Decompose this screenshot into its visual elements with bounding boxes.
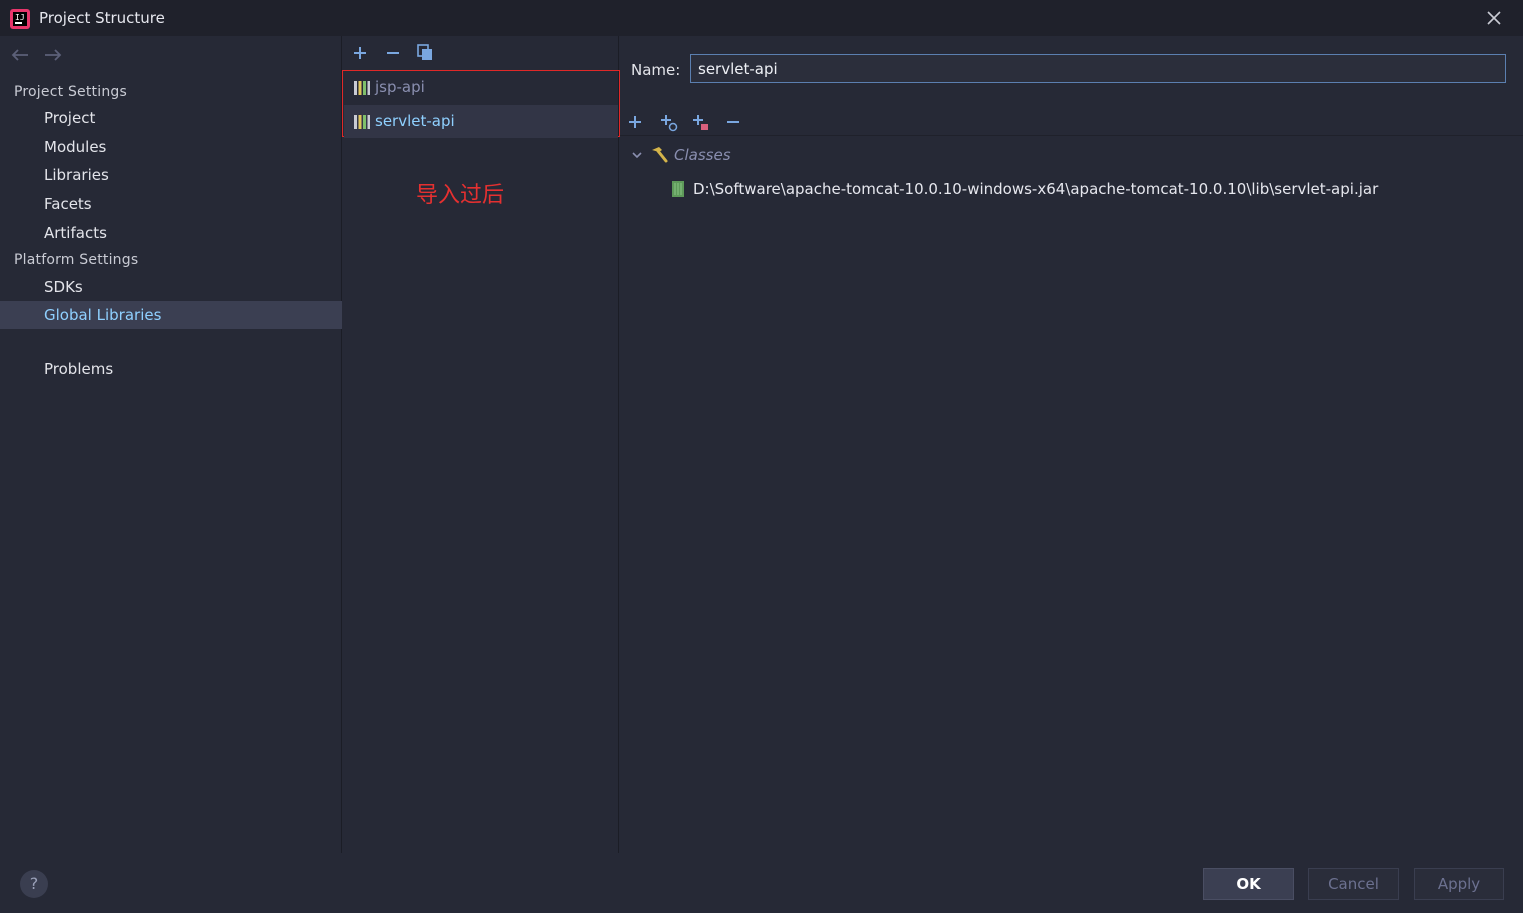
remove-icon[interactable] [722,111,744,133]
chevron-down-icon[interactable] [630,148,644,162]
apply-button[interactable]: Apply [1414,868,1504,900]
history-navigation [8,44,65,70]
annotation-text: 导入过后 [416,183,505,208]
dialog-footer: ? OK Cancel Apply [0,853,1523,913]
library-detail-panel: Name: Classes D:\Softwar [620,36,1523,853]
library-list-panel: jsp-api servlet-api 导入过后 [342,36,620,853]
remove-icon[interactable] [382,42,404,64]
nav-item-problems[interactable]: Problems [0,355,342,383]
hammer-icon [652,147,668,163]
back-arrow-icon[interactable] [8,44,34,66]
library-label: jsp-api [375,78,425,96]
title-bar: IJ Project Structure [0,0,1523,36]
svg-text:IJ: IJ [15,13,25,22]
library-item-servlet-api[interactable]: servlet-api [344,105,618,138]
library-roots-toolbar [620,108,1523,136]
cancel-button[interactable]: Cancel [1308,868,1399,900]
name-label: Name: [631,61,681,79]
project-settings-header: Project Settings [14,84,127,100]
classes-label: Classes [674,146,731,164]
add-icon[interactable] [624,111,646,133]
nav-item-libraries[interactable]: Libraries [0,161,342,189]
library-item-jsp-api[interactable]: jsp-api [344,71,618,104]
add-icon[interactable] [349,42,371,64]
intellij-app-icon: IJ [10,9,30,29]
nav-item-artifacts[interactable]: Artifacts [0,219,342,247]
library-name-input[interactable] [690,54,1506,83]
help-button[interactable]: ? [20,870,48,898]
ok-button[interactable]: OK [1203,868,1294,900]
nav-item-project[interactable]: Project [0,104,342,132]
library-list-toolbar [343,36,619,70]
add-excluded-icon[interactable] [689,111,711,133]
library-icon [354,115,370,129]
nav-item-global-libraries[interactable]: Global Libraries [0,301,342,329]
window-title: Project Structure [39,9,165,27]
nav-item-modules[interactable]: Modules [0,133,342,161]
add-with-settings-icon[interactable] [657,111,679,133]
jar-file-icon [672,181,684,197]
copy-icon[interactable] [414,41,436,63]
close-icon[interactable] [1483,7,1505,29]
platform-settings-header: Platform Settings [14,252,139,268]
library-icon [354,81,370,95]
nav-item-sdks[interactable]: SDKs [0,273,342,301]
nav-item-facets[interactable]: Facets [0,190,342,218]
jar-path: D:\Software\apache-tomcat-10.0.10-window… [693,180,1379,198]
library-label: servlet-api [375,112,455,130]
forward-arrow-icon[interactable] [39,44,65,66]
settings-sidebar: Project Settings Project Modules Librari… [0,36,342,853]
